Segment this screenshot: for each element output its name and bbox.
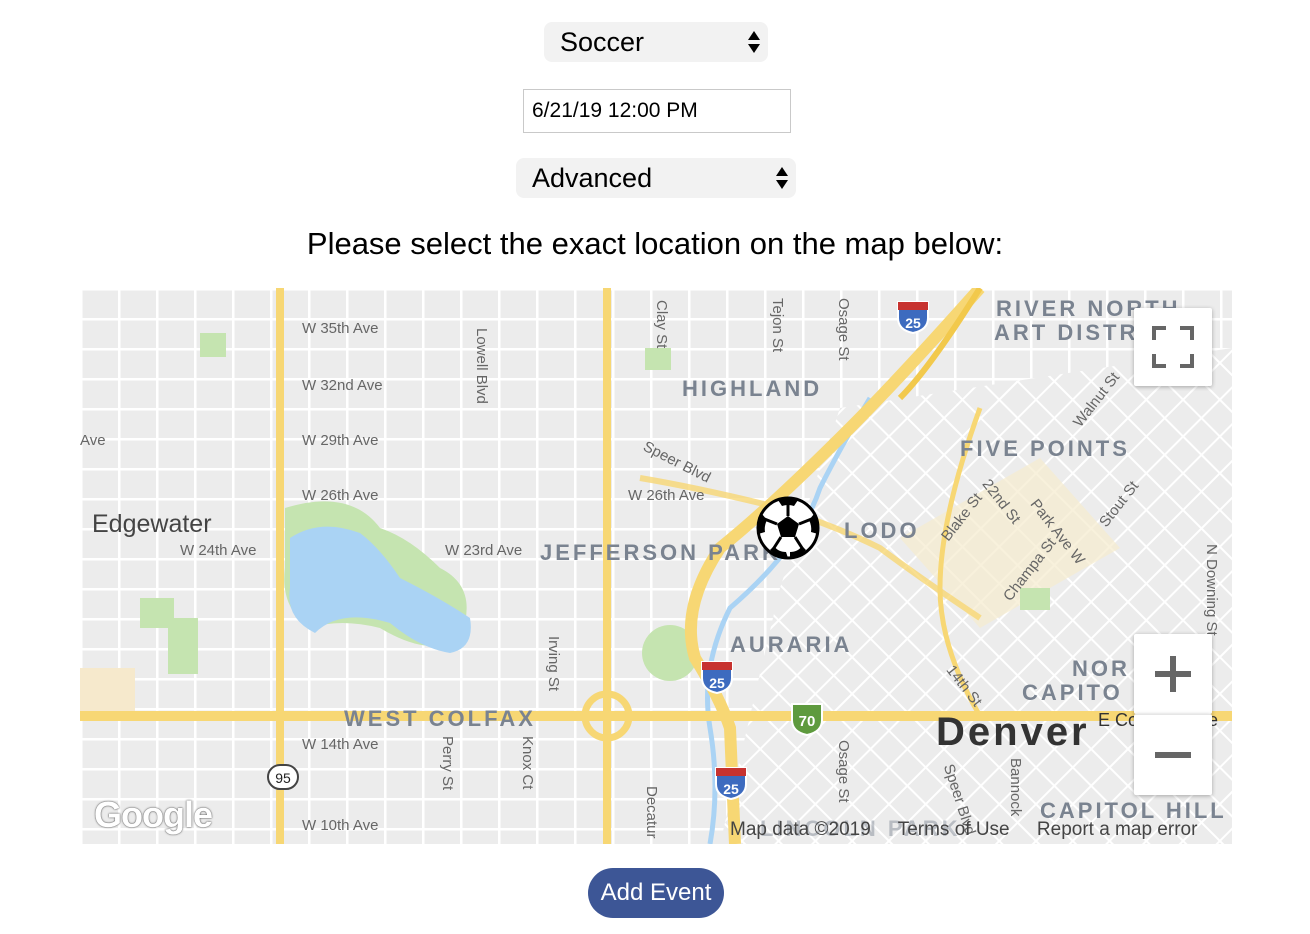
sport-select-value: Soccer: [560, 27, 645, 57]
interstate-25-shield-icon: 25: [701, 661, 733, 694]
neighborhood-label: LODO: [844, 518, 920, 543]
street-label: Decatur: [643, 786, 660, 839]
street-label: Knox Ct: [519, 736, 536, 790]
neighborhood-label: FIVE POINTS: [960, 436, 1130, 461]
street-label: Clay St: [653, 300, 670, 349]
fullscreen-icon: [1152, 326, 1194, 368]
street-label: Ave: [80, 432, 106, 449]
street-label: W 23rd Ave: [445, 542, 523, 559]
neighborhood-label: CAPITO: [1022, 680, 1123, 705]
shield-number: 25: [709, 675, 725, 691]
location-instruction: Please select the exact location on the …: [306, 226, 1004, 261]
map-data-text: Map data ©2019: [730, 819, 871, 840]
street-label: Lowell Blvd: [473, 328, 490, 404]
location-map[interactable]: W 35th Ave W 32nd Ave W 29th Ave W 26th …: [80, 288, 1232, 844]
shield-number: 25: [723, 781, 739, 797]
sport-select[interactable]: Soccer: [544, 22, 768, 62]
fullscreen-button[interactable]: [1134, 308, 1212, 386]
street-label: W 10th Ave: [302, 817, 379, 834]
street-label: Bannock: [1007, 758, 1024, 817]
terms-of-use-link[interactable]: Terms of Use: [898, 819, 1010, 840]
street-label: Perry St: [439, 736, 456, 791]
select-arrows-icon: [748, 31, 760, 53]
street-label: N Downing St: [1203, 544, 1220, 636]
report-map-error-link[interactable]: Report a map error: [1037, 819, 1198, 840]
skill-level-select[interactable]: Advanced: [516, 158, 796, 198]
neighborhood-label: WEST COLFAX: [344, 706, 536, 731]
interstate-25-shield-icon: 25: [715, 767, 747, 800]
shield-number: 25: [905, 315, 921, 331]
shield-number: 95: [275, 770, 291, 786]
street-label: Osage St: [835, 298, 852, 361]
plus-icon: [1155, 656, 1191, 692]
route-95-shield-icon: 95: [267, 764, 299, 790]
add-event-button[interactable]: Add Event: [588, 868, 724, 918]
city-label: Denver: [936, 710, 1090, 754]
minus-icon: [1155, 752, 1191, 758]
street-label: W 26th Ave: [302, 487, 379, 504]
interstate-25-shield-icon: 25: [897, 301, 929, 334]
neighborhood-label: JEFFERSON PARK: [540, 540, 781, 565]
street-label: W 32nd Ave: [302, 377, 383, 394]
street-label: W 35th Ave: [302, 320, 379, 337]
datetime-input[interactable]: [523, 89, 791, 133]
street-label: W 26th Ave: [628, 487, 705, 504]
select-arrows-icon: [776, 167, 788, 189]
street-label: Osage St: [835, 740, 852, 803]
street-label: Tejon St: [769, 298, 786, 353]
street-label: E Co: [1098, 710, 1139, 730]
map-tiles: [80, 288, 1232, 844]
zoom-in-button[interactable]: [1134, 634, 1212, 714]
neighborhood-label: NOR: [1072, 656, 1130, 681]
soccer-ball-icon[interactable]: [756, 496, 820, 560]
google-logo[interactable]: Google: [94, 794, 213, 836]
street-label: W 24th Ave: [180, 542, 257, 559]
street-label: W 29th Ave: [302, 432, 379, 449]
street-label: Irving St: [545, 636, 562, 692]
zoom-out-button[interactable]: [1134, 714, 1212, 795]
neighborhood-label: HIGHLAND: [682, 376, 823, 401]
shield-number: 70: [799, 713, 816, 730]
skill-level-select-value: Advanced: [532, 163, 653, 193]
place-label: Edgewater: [92, 510, 212, 538]
map-attribution: Map data ©2019 Terms of Use Report a map…: [730, 816, 1219, 844]
street-label: W 14th Ave: [302, 736, 379, 753]
interstate-70-shield-icon: 70: [791, 703, 823, 736]
neighborhood-label: ART DISTR: [994, 320, 1139, 345]
neighborhood-label: AURARIA: [730, 632, 853, 657]
